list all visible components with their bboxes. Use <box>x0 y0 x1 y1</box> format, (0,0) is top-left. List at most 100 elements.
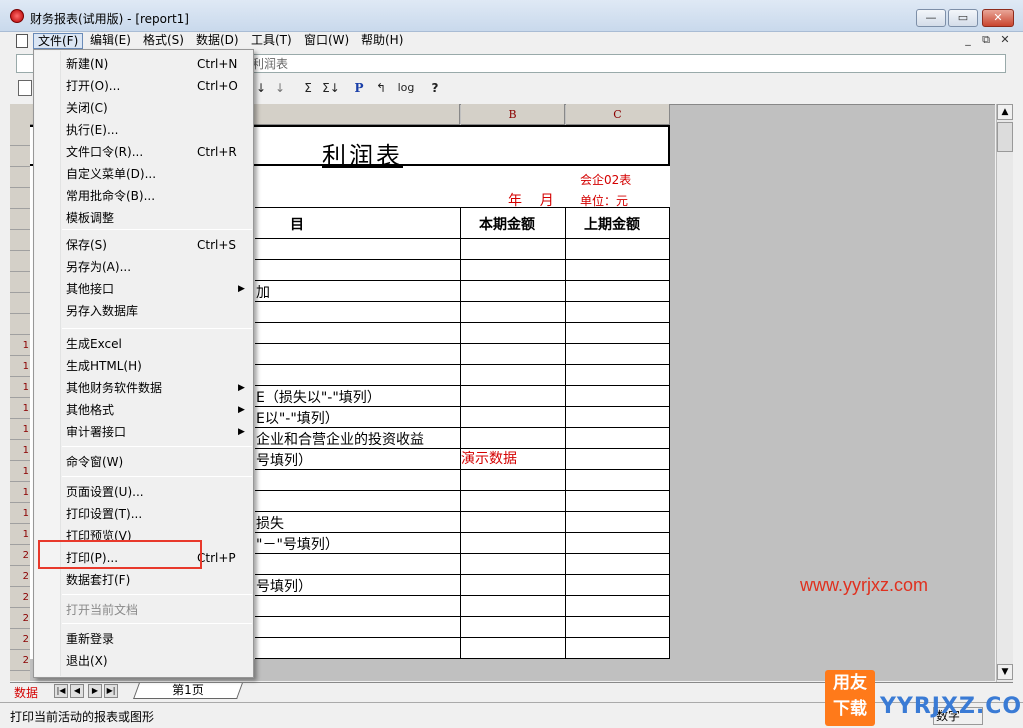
file-menu-item[interactable]: 文件口令(R)... Ctrl+R <box>66 142 252 162</box>
document-icon[interactable] <box>16 34 28 48</box>
file-menu-item[interactable]: 打开当前文档 <box>66 600 252 620</box>
sort-asc-icon[interactable]: ↓ <box>272 78 288 98</box>
row-number[interactable] <box>10 272 30 293</box>
menu-tools[interactable]: 工具(T) <box>247 33 296 49</box>
table-row-label[interactable]: E以"-"填列） <box>256 408 339 428</box>
row-number[interactable] <box>10 251 30 272</box>
file-menu-item[interactable]: 其他接口 ▶ <box>66 279 252 299</box>
row-number[interactable]: 1 <box>10 356 30 377</box>
row-number[interactable]: 1 <box>10 524 30 545</box>
row-number[interactable]: 1 <box>10 482 30 503</box>
row-number[interactable]: 1 <box>10 398 30 419</box>
row-number[interactable]: 2 <box>10 587 30 608</box>
file-menu-item[interactable]: 打开(O)... Ctrl+O <box>66 76 252 96</box>
new-icon[interactable] <box>18 80 32 96</box>
file-menu-item[interactable]: 数据套打(F) <box>66 570 252 590</box>
grid-line <box>255 301 670 302</box>
file-menu-item[interactable]: 另存入数据库 <box>66 301 252 321</box>
menu-separator <box>62 229 252 230</box>
file-menu-item[interactable]: 其他格式 ▶ <box>66 400 252 420</box>
col-header-b[interactable]: B <box>461 104 565 125</box>
row-number[interactable] <box>10 209 30 230</box>
file-menu-item[interactable]: 模板调整 <box>66 208 252 228</box>
table-row-label[interactable]: 号填列） <box>256 576 312 596</box>
file-menu-item[interactable]: 审计署接口 ▶ <box>66 422 252 442</box>
mdi-minimize-button[interactable]: _ <box>960 32 976 48</box>
grid-line <box>255 259 670 260</box>
subtotal-icon[interactable]: Σ↓ <box>322 78 340 98</box>
file-menu-item[interactable]: 打印设置(T)... <box>66 504 252 524</box>
close-button[interactable]: ✕ <box>982 9 1014 27</box>
minimize-button[interactable]: — <box>916 9 946 27</box>
menu-format[interactable]: 格式(S) <box>139 33 188 49</box>
table-row-label[interactable]: 损失 <box>256 513 284 533</box>
row-number[interactable]: 1 <box>10 377 30 398</box>
file-menu-item[interactable]: 生成Excel <box>66 334 252 354</box>
grid-line <box>255 637 670 638</box>
menu-item-label: 生成Excel <box>66 337 122 351</box>
sheet-tab-page1[interactable]: 第1页 <box>133 683 243 699</box>
file-menu-item[interactable]: 重新登录 <box>66 629 252 649</box>
row-number[interactable] <box>10 146 30 167</box>
row-number[interactable]: 1 <box>10 419 30 440</box>
next-sheet-icon[interactable]: ▶ <box>88 684 102 698</box>
file-menu-item[interactable]: 另存为(A)... <box>66 257 252 277</box>
col-header-c[interactable]: C <box>566 104 670 125</box>
row-number[interactable] <box>10 167 30 188</box>
menu-window[interactable]: 窗口(W) <box>300 33 353 49</box>
mdi-close-button[interactable]: ✕ <box>997 32 1013 48</box>
file-menu-item[interactable]: 执行(E)... <box>66 120 252 140</box>
row-number[interactable]: 2 <box>10 545 30 566</box>
table-row-label[interactable]: E（损失以"-"填列） <box>256 387 381 407</box>
row-number[interactable] <box>10 188 30 209</box>
table-row-label[interactable]: 号填列） <box>256 450 312 470</box>
first-sheet-icon[interactable]: |◀ <box>54 684 68 698</box>
row-number[interactable]: 2 <box>10 650 30 671</box>
file-menu-item[interactable]: 关闭(C) <box>66 98 252 118</box>
row-number[interactable]: 1 <box>10 335 30 356</box>
mdi-restore-button[interactable]: ⧉ <box>978 32 994 48</box>
row-number[interactable]: 1 <box>10 461 30 482</box>
row-number[interactable]: 2 <box>10 608 30 629</box>
file-menu-item[interactable]: 生成HTML(H) <box>66 356 252 376</box>
file-menu-item[interactable]: 页面设置(U)... <box>66 482 252 502</box>
scroll-up-icon[interactable]: ▲ <box>997 104 1013 120</box>
function-icon[interactable]: ↰ <box>374 78 388 98</box>
row-number[interactable] <box>10 314 30 335</box>
row-number[interactable] <box>10 125 30 146</box>
menu-data[interactable]: 数据(D) <box>192 33 243 49</box>
menu-separator <box>62 446 252 447</box>
scroll-down-icon[interactable]: ▼ <box>997 664 1013 680</box>
grid-line <box>255 469 670 470</box>
row-number[interactable]: 2 <box>10 566 30 587</box>
log-icon[interactable]: log <box>396 78 416 98</box>
file-menu-item[interactable]: 保存(S) Ctrl+S <box>66 235 252 255</box>
menu-edit[interactable]: 编辑(E) <box>86 33 135 49</box>
file-menu-item[interactable]: 其他财务软件数据 ▶ <box>66 378 252 398</box>
help-pointer-icon[interactable]: ? <box>426 78 444 98</box>
maximize-button[interactable]: ▭ <box>948 9 978 27</box>
menu-help[interactable]: 帮助(H) <box>357 33 407 49</box>
file-menu-item[interactable]: 退出(X) <box>66 651 252 671</box>
row-number[interactable]: 2 <box>10 629 30 650</box>
file-menu-item[interactable]: 自定义菜单(D)... <box>66 164 252 184</box>
file-menu-item[interactable]: 命令窗(W) <box>66 452 252 472</box>
sort-desc-icon[interactable]: ↓ <box>254 78 268 98</box>
vertical-scrollbar[interactable]: ▲ ▼ <box>996 104 1013 682</box>
table-row-label[interactable]: 加 <box>256 282 270 302</box>
row-number[interactable]: 1 <box>10 440 30 461</box>
table-row-label[interactable]: 企业和合营企业的投资收益 <box>256 429 424 449</box>
scroll-thumb[interactable] <box>997 122 1013 152</box>
prev-sheet-icon[interactable]: ◀ <box>70 684 84 698</box>
row-number[interactable] <box>10 230 30 251</box>
row-number[interactable]: 1 <box>10 503 30 524</box>
menu-file[interactable]: 文件(F) <box>33 33 84 49</box>
p-icon[interactable]: P <box>352 78 366 98</box>
file-menu-item[interactable]: 新建(N) Ctrl+N <box>66 54 252 74</box>
grid-line <box>255 490 670 491</box>
row-number[interactable] <box>10 293 30 314</box>
table-row-label[interactable]: "－"号填列） <box>256 534 339 554</box>
sum-icon[interactable]: Σ <box>300 78 316 98</box>
last-sheet-icon[interactable]: ▶| <box>104 684 118 698</box>
file-menu-item[interactable]: 常用批命令(B)... <box>66 186 252 206</box>
